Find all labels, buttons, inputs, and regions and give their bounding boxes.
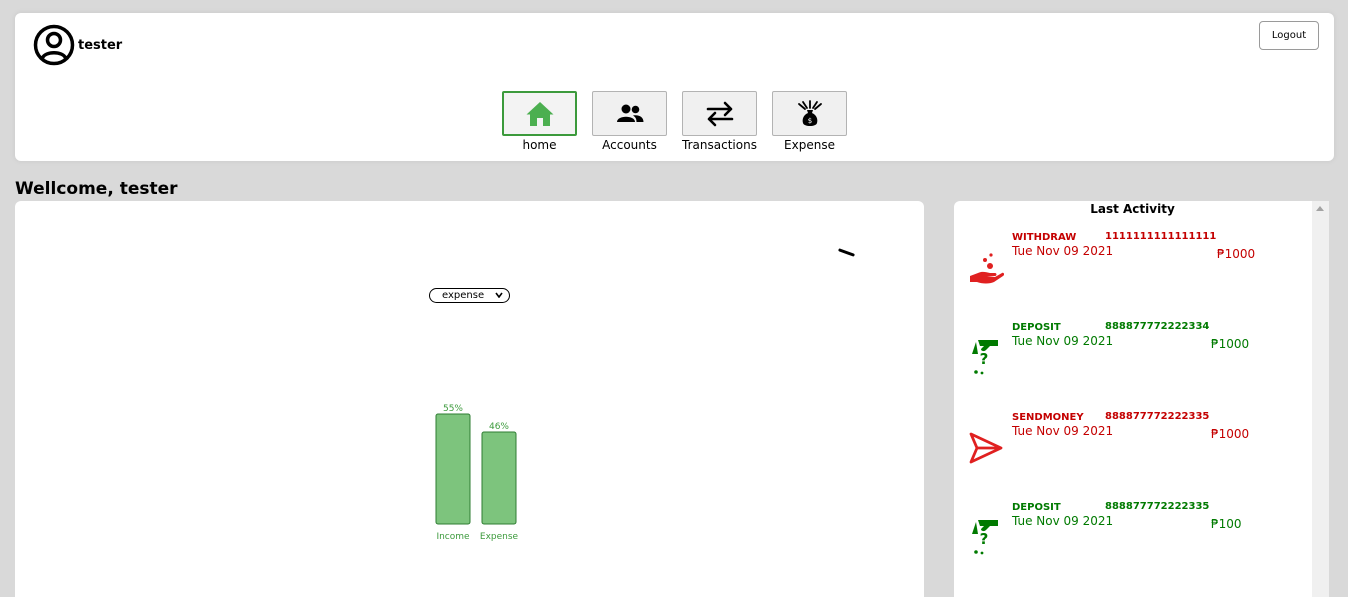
activity-account: 888877772222335 xyxy=(1105,501,1210,512)
nav-accounts-button[interactable] xyxy=(592,91,667,136)
chart-card: expense 55% Income 46% Expense xyxy=(15,201,924,597)
svg-text:?: ? xyxy=(980,350,989,368)
chart-data-label: 46% xyxy=(489,422,509,432)
home-icon xyxy=(526,101,553,126)
nav-expense-button[interactable]: $ xyxy=(772,91,847,136)
activity-account: 888877772222334 xyxy=(1105,321,1210,332)
income-expense-bar-chart: 55% Income 46% Expense xyxy=(435,404,519,542)
activity-type: DEPOSIT xyxy=(1012,322,1061,333)
chevron-down-icon xyxy=(495,292,503,298)
activity-item[interactable]: SENDMONEY Tue Nov 09 2021 88887777222233… xyxy=(954,411,1311,492)
svg-text:?: ? xyxy=(980,530,989,548)
svg-text:$: $ xyxy=(807,117,811,125)
money-bag-icon: $ xyxy=(797,99,822,126)
activity-item[interactable]: WITHDRAW Tue Nov 09 2021 111111111111111… xyxy=(954,231,1311,312)
deposit-hand-icon: ? xyxy=(972,340,998,375)
activity-scrollbar[interactable] xyxy=(1312,201,1329,597)
username: tester xyxy=(78,37,123,53)
last-activity-title: Last Activity xyxy=(1090,202,1175,216)
activity-amount: ₱1000 xyxy=(1217,247,1256,261)
withdraw-hand-icon xyxy=(970,253,1004,284)
send-icon xyxy=(969,432,1003,464)
activity-type: DEPOSIT xyxy=(1012,502,1061,513)
nav-expense-label: Expense xyxy=(784,138,835,152)
activity-date: Tue Nov 09 2021 xyxy=(1012,244,1114,258)
user-circle-icon xyxy=(33,24,75,66)
activity-item[interactable]: ? DEPOSIT Tue Nov 09 2021 88887777222233… xyxy=(954,321,1311,402)
activity-item[interactable]: ? DEPOSIT Tue Nov 09 2021 88887777222233… xyxy=(954,501,1311,582)
nav-expense[interactable]: $ Expense xyxy=(772,91,847,152)
user-profile: tester xyxy=(33,24,122,66)
activity-type: SENDMONEY xyxy=(1012,412,1084,423)
activity-date: Tue Nov 09 2021 xyxy=(1012,334,1114,348)
transfer-arrows-icon xyxy=(706,101,733,126)
nav-transactions-button[interactable] xyxy=(682,91,757,136)
chart-type-select-value: expense xyxy=(442,290,485,301)
activity-account: 888877772222335 xyxy=(1105,411,1210,422)
chart-category-label: Expense xyxy=(480,532,519,542)
chart-data-label: 55% xyxy=(443,404,463,414)
divider-mark xyxy=(837,248,856,257)
chart-bar-expense xyxy=(481,431,517,525)
last-activity-panel: Last Activity WITHDRAW Tue Nov 09 2021 1… xyxy=(954,201,1329,597)
top-bar: tester Logout home Accounts Transactions… xyxy=(15,13,1334,161)
activity-date: Tue Nov 09 2021 xyxy=(1012,514,1114,528)
nav-accounts[interactable]: Accounts xyxy=(592,91,667,152)
welcome-heading: Wellcome, tester xyxy=(15,179,178,199)
activity-amount: ₱1000 xyxy=(1211,337,1250,351)
nav-accounts-label: Accounts xyxy=(602,138,657,152)
activity-date: Tue Nov 09 2021 xyxy=(1012,424,1114,438)
logout-button[interactable]: Logout xyxy=(1259,21,1319,50)
nav-home[interactable]: home xyxy=(502,91,577,152)
activity-amount: ₱1000 xyxy=(1211,427,1250,441)
chart-type-select[interactable]: expense xyxy=(429,288,510,303)
deposit-hand-icon: ? xyxy=(972,520,998,555)
chart-category-label: Income xyxy=(436,532,470,542)
scroll-up-arrow-icon[interactable] xyxy=(1316,206,1324,211)
users-icon xyxy=(616,104,643,122)
chart-bar-income xyxy=(435,413,471,525)
activity-type: WITHDRAW xyxy=(1012,232,1077,243)
main-nav: home Accounts Transactions $ Expense xyxy=(502,91,847,152)
nav-transactions-label: Transactions xyxy=(682,138,757,152)
activity-amount: ₱100 xyxy=(1211,517,1242,531)
nav-transactions[interactable]: Transactions xyxy=(682,91,757,152)
activity-account: 1111111111111111 xyxy=(1105,231,1217,242)
nav-home-button[interactable] xyxy=(502,91,577,136)
nav-home-label: home xyxy=(522,138,557,152)
